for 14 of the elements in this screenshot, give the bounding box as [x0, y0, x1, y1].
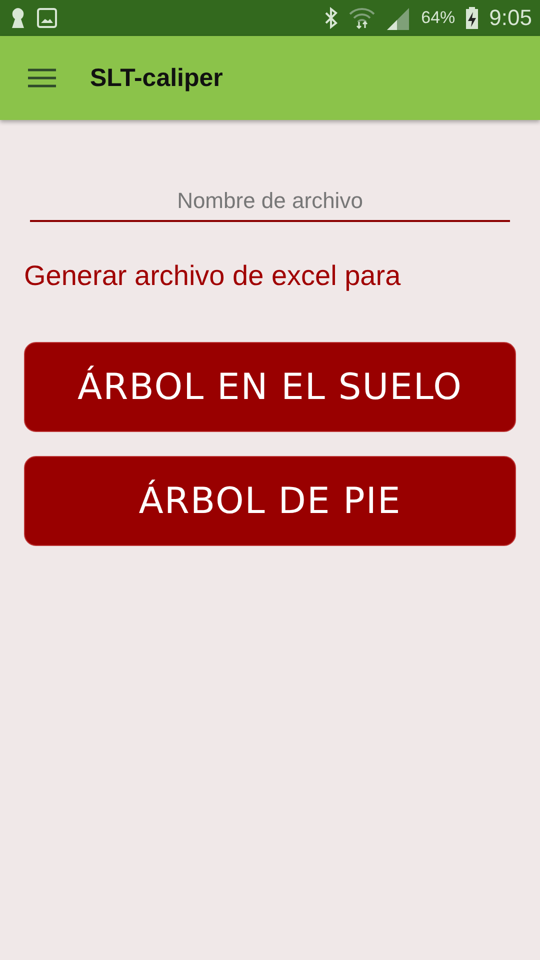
tree-type-button[interactable]: ÁRBOL EN EL SUELO — [24, 342, 516, 432]
signal-icon — [385, 6, 412, 30]
prompt-text: Generar archivo de excel para — [24, 260, 402, 292]
battery-charging-icon — [465, 6, 480, 30]
image-icon — [36, 7, 58, 29]
clock-time: 9:05 — [489, 5, 532, 31]
menu-icon[interactable] — [28, 68, 56, 88]
battery-percent: 64% — [421, 8, 456, 28]
filename-field[interactable]: Nombre de archivo — [30, 184, 510, 222]
keyhole-icon — [10, 7, 26, 29]
wifi-icon — [349, 6, 376, 30]
tree-type-button[interactable]: ÁRBOL DE PIE — [24, 456, 516, 546]
app-title: SLT-caliper — [90, 64, 223, 92]
bluetooth-icon — [323, 7, 340, 29]
